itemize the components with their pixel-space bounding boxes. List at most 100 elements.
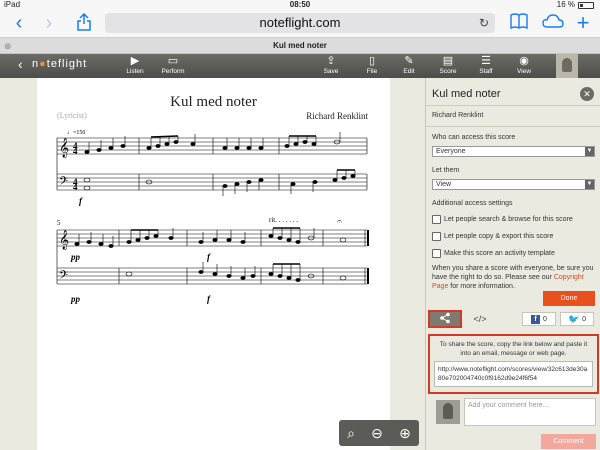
access-select-value: Everyone (436, 148, 466, 155)
save-button[interactable]: ⇪ Save (321, 55, 341, 75)
fermata-mark: 𝄐 (337, 216, 342, 226)
tempo-marking: ♩=150 (67, 130, 85, 136)
chevron-down-icon: ▼ (585, 147, 594, 156)
search-browse-label: Let people search & browse for this scor… (444, 216, 573, 223)
back-arrow-icon[interactable]: ‹ (12, 13, 26, 33)
panel-title: Kul med noter (432, 88, 501, 100)
svg-text:4: 4 (73, 146, 78, 156)
twitter-share-button[interactable]: 🐦 0 (560, 312, 594, 326)
clock: 08:50 (289, 0, 311, 9)
search-browse-option[interactable]: Let people search & browse for this scor… (432, 215, 573, 224)
zoom-fit-icon[interactable]: ⌕ (347, 425, 355, 442)
user-avatar[interactable] (556, 54, 578, 78)
tab-title[interactable]: Kul med noter (273, 41, 327, 50)
measure-number: 5 (57, 219, 61, 227)
noteflight-logo[interactable]: n●teflight (32, 58, 87, 70)
battery-icon (578, 1, 594, 9)
dynamic-mark: pp (70, 252, 81, 262)
pencil-icon: ✎ (404, 55, 414, 67)
share-link-button[interactable] (428, 310, 462, 328)
zoom-in-icon[interactable]: ⊕ (399, 425, 411, 442)
perform-button[interactable]: ▭ Perform (158, 55, 188, 75)
done-button[interactable]: Done (543, 291, 595, 306)
close-icon[interactable]: ✕ (580, 87, 594, 101)
facebook-count: 0 (543, 315, 547, 323)
listen-label: Listen (126, 68, 144, 75)
close-tab-icon[interactable]: ⊗ (4, 38, 12, 54)
right-gutter (390, 78, 425, 450)
activity-template-checkbox[interactable] (432, 249, 441, 258)
let-them-label: Let them (432, 167, 460, 174)
share-link-field[interactable]: http://www.noteflight.com/scores/view/32… (434, 361, 593, 387)
svg-text:𝄢: 𝄢 (59, 175, 68, 191)
left-gutter (0, 78, 37, 450)
commenter-avatar (436, 400, 460, 424)
embed-code-button[interactable]: </> (466, 312, 494, 326)
zoom-controls: ⌕ ⊖ ⊕ (339, 420, 419, 446)
svg-text:𝄞: 𝄞 (59, 230, 69, 250)
twitter-count: 0 (582, 315, 587, 323)
composer-label[interactable]: Richard Renklint (306, 111, 368, 121)
view-menu[interactable]: ◉ View (514, 55, 534, 75)
permission-select[interactable]: View ▼ (432, 179, 595, 190)
svg-text:𝄢: 𝄢 (59, 269, 68, 285)
score-page: Kul med noter (Lyricist) Richard Renklin… (37, 78, 390, 450)
music-notation[interactable]: 𝄞 𝄢 𝄞 𝄢 4 4 4 4 ♩=150 5 f f pp pp f rit.… (37, 122, 390, 372)
facebook-icon: f (531, 314, 541, 324)
svg-text:4: 4 (73, 182, 78, 192)
search-browse-checkbox[interactable] (432, 215, 441, 224)
zoom-out-icon[interactable]: ⊖ (371, 425, 383, 442)
forward-arrow-icon[interactable]: › (42, 13, 56, 33)
copyright-notice: When you share a score with everyone, be… (432, 265, 594, 290)
app-toolbar: ‹ n●teflight ▶ Listen ▭ Perform ⇪ Save ▯ Fil… (0, 54, 600, 78)
listen-button[interactable]: ▶ Listen (124, 55, 146, 75)
copy-export-option[interactable]: Let people copy & export this score (432, 232, 553, 241)
divider (426, 105, 600, 106)
comment-button[interactable]: Comment (541, 434, 596, 449)
owner-name: Richard Renklint (432, 112, 484, 119)
dynamic-mark: f (207, 252, 211, 262)
file-label: File (366, 68, 378, 75)
access-label: Who can access this score (432, 134, 516, 141)
perform-label: Perform (161, 68, 185, 75)
battery-indicator: 16 % (557, 0, 594, 10)
share-nodes-icon (440, 312, 450, 324)
share-icon[interactable] (76, 12, 92, 33)
lyricist-label[interactable]: (Lyricist) (57, 111, 87, 120)
url-text: noteflight.com (259, 15, 341, 30)
staff-icon: ☰ (481, 55, 491, 67)
bookmarks-icon[interactable] (510, 13, 528, 33)
app-back-icon[interactable]: ‹ (18, 56, 23, 72)
svg-text:𝄞: 𝄞 (59, 138, 69, 158)
twitter-icon: 🐦 (567, 313, 580, 324)
score-icon: ▤ (442, 55, 454, 67)
chevron-down-icon: ▼ (585, 180, 594, 189)
activity-template-option[interactable]: Make this score an activity template (432, 249, 555, 258)
eye-icon: ◉ (519, 55, 529, 67)
staff-menu[interactable]: ☰ Staff (475, 55, 497, 75)
file-menu[interactable]: ▯ File (362, 55, 382, 75)
copy-export-checkbox[interactable] (432, 232, 441, 241)
view-label: View (517, 68, 531, 75)
edit-menu[interactable]: ✎ Edit (399, 55, 419, 75)
browser-toolbar: ‹ › noteflight.com ↻ + (0, 10, 600, 37)
score-menu[interactable]: ▤ Score (437, 55, 459, 75)
edit-label: Edit (403, 68, 415, 75)
icloud-tabs-icon[interactable] (542, 13, 564, 33)
reload-icon[interactable]: ↻ (479, 13, 489, 33)
staff-label: Staff (479, 68, 493, 75)
activity-template-label: Make this score an activity template (444, 250, 555, 257)
dynamic-mark: pp (70, 294, 81, 304)
access-select[interactable]: Everyone ▼ (432, 146, 595, 157)
score-title: Kul med noter (170, 94, 257, 110)
permission-select-value: View (436, 181, 452, 188)
comment-input[interactable]: Add your comment here... (464, 398, 596, 426)
ritardando-mark: rit. . . . . . . (269, 216, 298, 224)
battery-percent: 16 % (556, 0, 575, 9)
new-tab-icon[interactable]: + (574, 12, 592, 34)
facebook-share-button[interactable]: f 0 (522, 312, 556, 326)
perform-icon: ▭ (167, 55, 179, 67)
divider (426, 126, 600, 127)
tab-bar: ⊗ Kul med noter (0, 37, 600, 54)
address-bar[interactable]: noteflight.com ↻ (105, 13, 495, 33)
